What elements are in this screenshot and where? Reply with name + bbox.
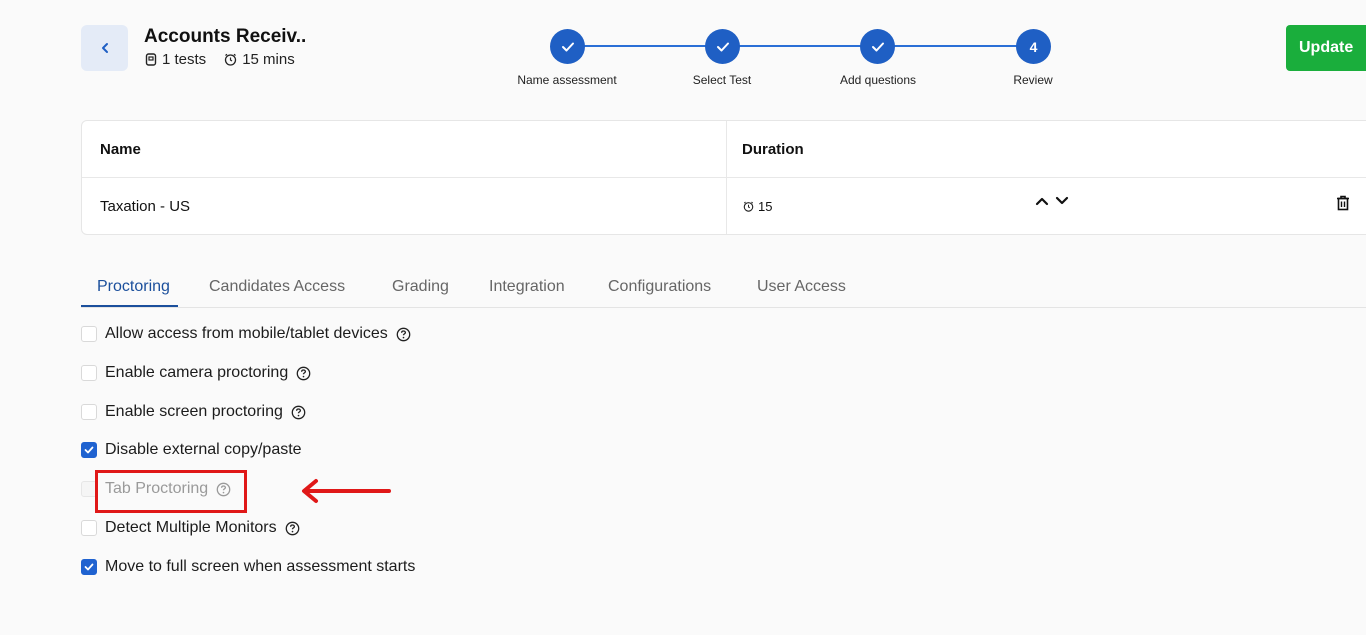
chevron-left-icon xyxy=(101,43,108,53)
chevron-down-icon[interactable] xyxy=(1055,196,1069,206)
step-1-label: Name assessment xyxy=(517,73,617,87)
table-header-row xyxy=(82,121,1366,178)
trash-icon[interactable] xyxy=(1336,195,1350,211)
step-connector xyxy=(584,45,707,47)
screen-proctoring-label: Enable screen proctoring xyxy=(105,403,283,420)
step-2-label: Select Test xyxy=(692,73,752,87)
step-1-circle[interactable] xyxy=(550,29,585,64)
step-3-label: Add questions xyxy=(839,73,917,87)
tab-configurations[interactable]: Configurations xyxy=(608,278,711,296)
update-button[interactable]: Update xyxy=(1286,25,1366,71)
multiple-monitors-label: Detect Multiple Monitors xyxy=(105,519,277,536)
help-icon[interactable] xyxy=(285,521,300,536)
disable-copy-paste-label: Disable external copy/paste xyxy=(105,441,302,458)
help-icon[interactable] xyxy=(296,366,311,381)
disable-copy-paste-checkbox[interactable] xyxy=(81,442,97,458)
option-full-screen[interactable]: Move to full screen when assessment star… xyxy=(81,558,415,576)
check-icon xyxy=(561,42,574,51)
tab-user-access[interactable]: User Access xyxy=(757,278,846,296)
test-name-cell: Taxation - US xyxy=(100,198,191,215)
full-screen-label: Move to full screen when assessment star… xyxy=(105,558,416,575)
option-multiple-monitors[interactable]: Detect Multiple Monitors xyxy=(81,519,300,537)
step-2-circle[interactable] xyxy=(705,29,740,64)
tests-table: Name Duration Taxation - US 15 xyxy=(81,120,1366,235)
settings-tabs: Proctoring Candidates Access Grading Int… xyxy=(81,277,1366,308)
tab-integration[interactable]: Integration xyxy=(489,278,565,296)
reorder-controls xyxy=(1035,196,1069,206)
tab-grading[interactable]: Grading xyxy=(392,278,449,296)
camera-proctoring-label: Enable camera proctoring xyxy=(105,364,289,381)
column-divider xyxy=(726,121,727,234)
tab-candidates-access[interactable]: Candidates Access xyxy=(209,278,345,296)
step-connector xyxy=(739,45,863,47)
option-disable-copy-paste[interactable]: Disable external copy/paste xyxy=(81,441,302,459)
annotation-highlight-box xyxy=(95,470,247,513)
tests-count: 1 tests xyxy=(162,51,207,68)
option-camera-proctoring[interactable]: Enable camera proctoring xyxy=(81,364,311,382)
step-4-label: Review xyxy=(1013,73,1053,87)
option-mobile-access[interactable]: Allow access from mobile/tablet devices xyxy=(81,325,411,343)
mobile-access-checkbox[interactable] xyxy=(81,326,97,342)
help-icon[interactable] xyxy=(396,327,411,342)
step-3-circle[interactable] xyxy=(860,29,895,64)
check-icon xyxy=(84,446,94,454)
test-duration-cell: 15 xyxy=(743,199,772,214)
screen-proctoring-checkbox[interactable] xyxy=(81,404,97,420)
alarm-clock-icon xyxy=(743,201,754,212)
test-duration-value: 15 xyxy=(758,199,773,214)
full-screen-checkbox[interactable] xyxy=(81,559,97,575)
option-screen-proctoring[interactable]: Enable screen proctoring xyxy=(81,403,306,421)
duration-column-header: Duration xyxy=(742,141,804,158)
check-icon xyxy=(84,563,94,571)
name-column-header: Name xyxy=(100,141,141,158)
assessment-title: Accounts Receiv.. xyxy=(144,26,307,47)
tab-proctoring[interactable]: Proctoring xyxy=(97,278,170,296)
check-icon xyxy=(716,42,729,51)
chevron-up-icon[interactable] xyxy=(1035,196,1049,206)
step-4-circle[interactable]: 4 xyxy=(1016,29,1051,64)
camera-proctoring-checkbox[interactable] xyxy=(81,365,97,381)
total-duration: 15 mins xyxy=(242,51,295,68)
alarm-clock-icon xyxy=(225,53,237,66)
annotation-arrow-icon xyxy=(302,479,391,503)
help-icon[interactable] xyxy=(291,405,306,420)
mobile-access-label: Allow access from mobile/tablet devices xyxy=(105,325,388,342)
assessment-meta: 1 tests 15 mins xyxy=(145,51,295,68)
check-icon xyxy=(871,42,884,51)
multiple-monitors-checkbox[interactable] xyxy=(81,520,97,536)
back-button[interactable] xyxy=(81,25,128,71)
step-connector xyxy=(894,45,1018,47)
active-tab-indicator xyxy=(81,305,178,307)
test-icon xyxy=(145,53,157,66)
